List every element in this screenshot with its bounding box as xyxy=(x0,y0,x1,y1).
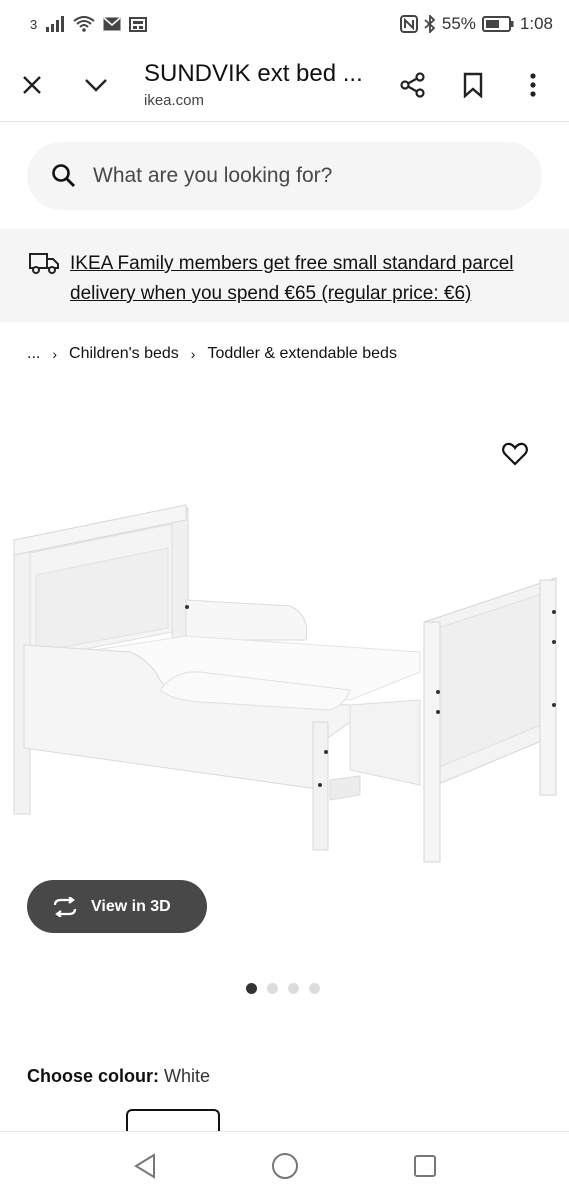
breadcrumb-ellipsis[interactable]: ... xyxy=(27,345,40,363)
chevron-right-icon: › xyxy=(190,346,196,362)
toolbar-actions xyxy=(387,48,569,122)
more-vertical-icon xyxy=(530,72,536,97)
share-icon xyxy=(400,71,425,98)
page-url: ikea.com xyxy=(144,92,205,109)
breadcrumb-toddler-beds[interactable]: Toddler & extendable beds xyxy=(207,345,396,363)
status-right: 55% 1:08 xyxy=(399,14,553,34)
view-in-3d-label: View in 3D xyxy=(91,897,171,915)
promo-link[interactable]: IKEA Family members get free small stand… xyxy=(70,249,541,322)
breadcrumb: ... › Children's beds › Toddler & extend… xyxy=(27,340,397,368)
news-icon xyxy=(129,16,148,32)
image-carousel-dots xyxy=(246,983,320,994)
back-triangle-icon xyxy=(133,1153,155,1179)
home-circle-icon xyxy=(271,1153,298,1179)
status-bar: 3 55% 1:08 xyxy=(0,0,569,48)
minimize-button[interactable] xyxy=(64,48,128,122)
share-button[interactable] xyxy=(387,48,439,122)
signal-icon xyxy=(45,16,65,32)
chevron-down-icon xyxy=(85,78,107,92)
recents-button[interactable] xyxy=(400,1141,450,1191)
nfc-icon xyxy=(399,15,418,33)
colour-value: White xyxy=(164,1066,211,1086)
close-tab-button[interactable] xyxy=(0,48,64,122)
chevron-right-icon: › xyxy=(52,346,58,362)
carousel-dot[interactable] xyxy=(267,983,278,994)
wifi-icon xyxy=(73,16,95,32)
bed-image xyxy=(13,504,557,863)
colour-selector: Choose colour: White xyxy=(27,1066,210,1087)
search-input[interactable]: What are you looking for? xyxy=(27,142,542,210)
home-button[interactable] xyxy=(260,1141,310,1191)
battery-percent: 55% xyxy=(441,14,476,33)
back-button[interactable] xyxy=(120,1141,170,1191)
mail-icon xyxy=(103,17,121,31)
battery-icon xyxy=(481,16,514,32)
sim-label: 3 xyxy=(30,16,38,32)
promo-banner: IKEA Family members get free small stand… xyxy=(0,229,569,322)
recents-square-icon xyxy=(413,1155,436,1177)
page-title-area[interactable]: SUNDVIK ext bed ... ikea.com xyxy=(128,60,387,109)
carousel-dot[interactable] xyxy=(246,983,257,994)
breadcrumb-childrens-beds[interactable]: Children's beds xyxy=(69,345,179,363)
system-nav-bar xyxy=(0,1131,569,1200)
bluetooth-icon xyxy=(424,15,436,33)
page-title: SUNDVIK ext bed ... xyxy=(144,60,363,87)
bookmark-icon xyxy=(463,72,483,98)
browser-toolbar: SUNDVIK ext bed ... ikea.com xyxy=(0,48,569,122)
view-in-3d-button[interactable]: View in 3D xyxy=(27,880,207,933)
rotate-3d-icon xyxy=(53,896,77,917)
colour-label: Choose colour: xyxy=(27,1066,160,1086)
status-left: 3 xyxy=(30,16,148,32)
carousel-dot[interactable] xyxy=(288,983,299,994)
clock: 1:08 xyxy=(519,14,553,33)
search-icon xyxy=(52,164,75,187)
carousel-dot[interactable] xyxy=(309,983,320,994)
truck-icon xyxy=(28,249,60,322)
bookmark-button[interactable] xyxy=(447,48,499,122)
close-icon xyxy=(23,75,41,94)
search-placeholder: What are you looking for? xyxy=(93,164,333,187)
more-options-button[interactable] xyxy=(507,48,559,122)
